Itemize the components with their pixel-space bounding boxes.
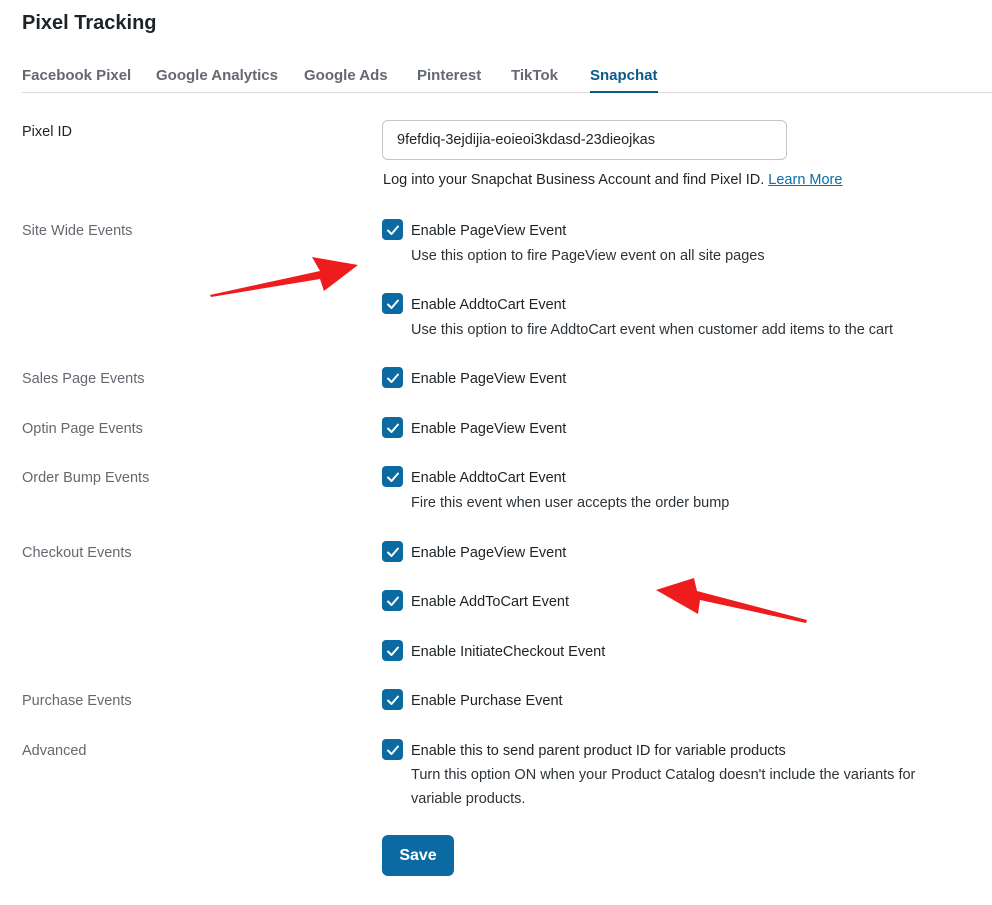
advanced-label: Advanced bbox=[22, 743, 87, 759]
site-wide-addtocart-desc: Use this option to fire AddtoCart event … bbox=[411, 322, 893, 338]
sales-page-pageview-label: Enable PageView Event bbox=[411, 371, 567, 387]
save-button[interactable]: Save bbox=[382, 835, 454, 876]
checkmark-icon bbox=[386, 646, 399, 656]
purchase-events-label: Purchase Events bbox=[22, 693, 132, 709]
checkout-initiate-label: Enable InitiateCheckout Event bbox=[411, 644, 606, 660]
tab-snapchat[interactable]: Snapchat bbox=[590, 67, 658, 93]
optin-page-pageview-label: Enable PageView Event bbox=[411, 421, 567, 437]
checkout-addtocart-checkbox[interactable] bbox=[382, 590, 403, 611]
order-bump-addtocart-desc: Fire this event when user accepts the or… bbox=[411, 495, 730, 511]
checkout-pageview-label: Enable PageView Event bbox=[411, 545, 567, 561]
order-bump-addtocart-checkbox[interactable] bbox=[382, 466, 403, 487]
learn-more-link[interactable]: Learn More bbox=[768, 172, 842, 188]
checkmark-icon bbox=[386, 299, 399, 309]
checkmark-icon bbox=[386, 547, 399, 557]
optin-page-pageview-checkbox[interactable] bbox=[382, 417, 403, 438]
checkmark-icon bbox=[386, 373, 399, 383]
checkout-initiate-checkbox[interactable] bbox=[382, 640, 403, 661]
checkout-addtocart-label: Enable AddToCart Event bbox=[411, 594, 569, 610]
site-wide-addtocart-checkbox[interactable] bbox=[382, 293, 403, 314]
advanced-parent-id-desc-line-2: variable products. bbox=[411, 791, 526, 807]
pixel-id-input[interactable] bbox=[382, 120, 787, 160]
order-bump-addtocart-label: Enable AddtoCart Event bbox=[411, 470, 566, 486]
advanced-parent-id-checkbox[interactable] bbox=[382, 739, 403, 760]
checkout-events-label: Checkout Events bbox=[22, 545, 132, 561]
annotation-arrow-upper bbox=[210, 257, 358, 297]
tab-tiktok[interactable]: TikTok bbox=[511, 67, 558, 93]
tab-google-analytics[interactable]: Google Analytics bbox=[156, 67, 278, 93]
pixel-tracking-page: Pixel Tracking Facebook Pixel Google Ana… bbox=[0, 0, 992, 905]
checkmark-icon bbox=[386, 745, 399, 755]
checkmark-icon bbox=[386, 423, 399, 433]
tab-bar: Facebook Pixel Google Analytics Google A… bbox=[22, 66, 992, 93]
page-title: Pixel Tracking bbox=[22, 12, 157, 34]
advanced-parent-id-desc-line-1: Turn this option ON when your Product Ca… bbox=[411, 767, 916, 783]
sales-page-pageview-checkbox[interactable] bbox=[382, 367, 403, 388]
optin-page-events-label: Optin Page Events bbox=[22, 421, 143, 437]
checkmark-icon bbox=[386, 472, 399, 482]
site-wide-pageview-label: Enable PageView Event bbox=[411, 223, 567, 239]
pixel-id-help: Log into your Snapchat Business Account … bbox=[383, 172, 842, 188]
sales-page-events-label: Sales Page Events bbox=[22, 371, 145, 387]
tab-facebook-pixel[interactable]: Facebook Pixel bbox=[22, 67, 131, 93]
advanced-parent-id-label: Enable this to send parent product ID fo… bbox=[411, 743, 786, 759]
site-wide-pageview-desc: Use this option to fire PageView event o… bbox=[411, 248, 765, 264]
pixel-id-label: Pixel ID bbox=[22, 124, 72, 140]
checkmark-icon bbox=[386, 596, 399, 606]
checkout-pageview-checkbox[interactable] bbox=[382, 541, 403, 562]
site-wide-pageview-checkbox[interactable] bbox=[382, 219, 403, 240]
annotation-arrow-lower bbox=[656, 578, 807, 623]
purchase-label: Enable Purchase Event bbox=[411, 693, 563, 709]
tab-google-ads[interactable]: Google Ads bbox=[304, 67, 388, 93]
pixel-id-help-text: Log into your Snapchat Business Account … bbox=[383, 172, 765, 188]
site-wide-events-label: Site Wide Events bbox=[22, 223, 133, 239]
order-bump-events-label: Order Bump Events bbox=[22, 470, 150, 486]
checkmark-icon bbox=[386, 225, 399, 235]
checkmark-icon bbox=[386, 695, 399, 705]
purchase-checkbox[interactable] bbox=[382, 689, 403, 710]
tab-pinterest[interactable]: Pinterest bbox=[417, 67, 481, 93]
site-wide-addtocart-label: Enable AddtoCart Event bbox=[411, 297, 566, 313]
